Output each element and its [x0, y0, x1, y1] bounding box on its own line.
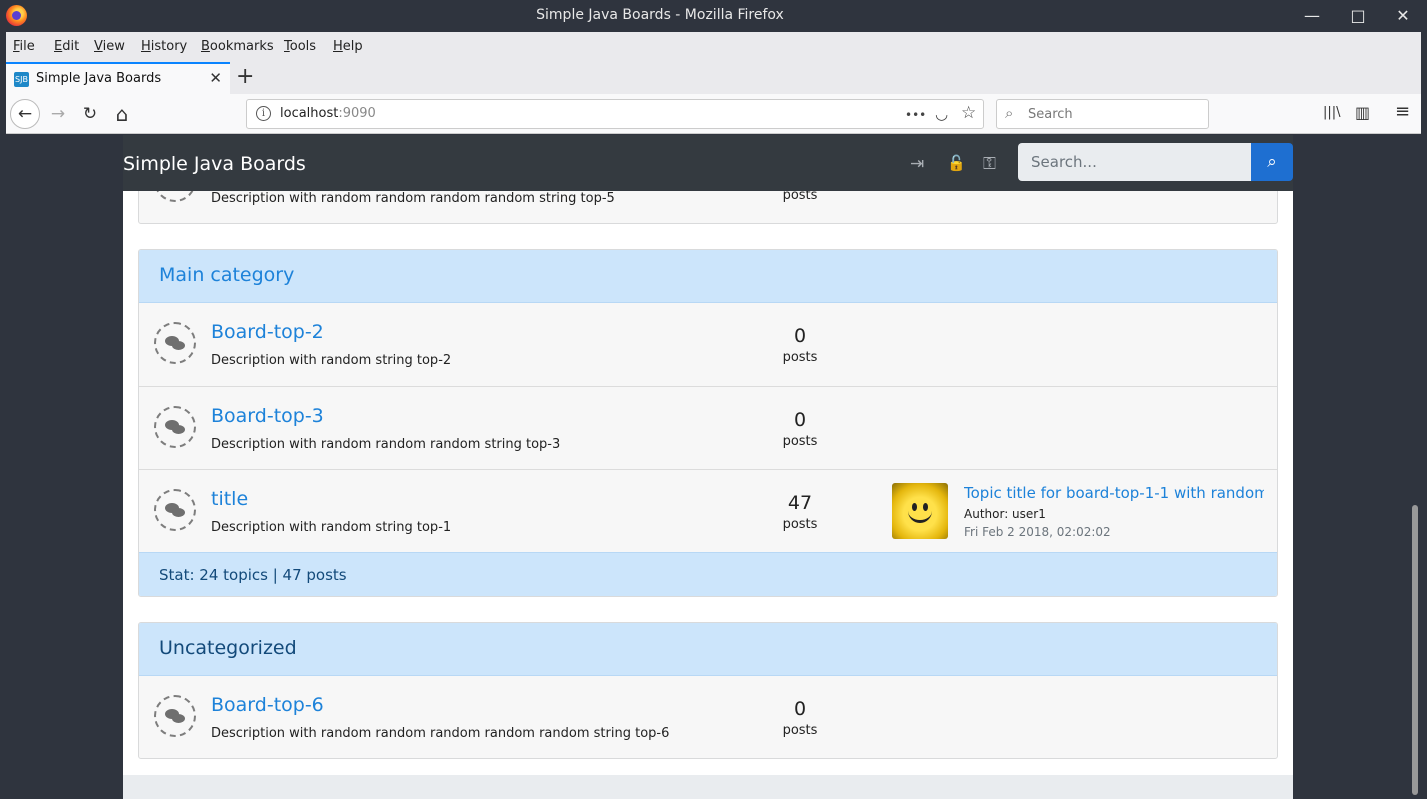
board-description: Description with random random random ra…: [211, 191, 615, 206]
tab-label: Simple Java Boards: [36, 71, 162, 86]
home-button[interactable]: ⌂: [108, 100, 136, 128]
login-icon[interactable]: ⇥: [910, 154, 924, 174]
last-topic-author: Author: user1: [964, 507, 1046, 521]
menu-tools[interactable]: Tools: [284, 39, 316, 54]
category-title[interactable]: Main category: [159, 264, 294, 286]
site-info-icon[interactable]: i: [256, 106, 271, 121]
page-viewport: Description with random random random ra…: [0, 135, 1427, 799]
category-card-main: Main category Board-top-2 Description wi…: [138, 249, 1278, 597]
forum-search-input[interactable]: Search...: [1018, 143, 1251, 181]
category-header: Uncategorized: [139, 623, 1277, 676]
board-description: Description with random string top-2: [211, 353, 452, 368]
menu-bookmarks[interactable]: Bookmarks: [201, 39, 274, 54]
posts-label: posts: [782, 350, 818, 365]
category-card-uncategorized: Uncategorized Board-top-6 Description wi…: [138, 622, 1278, 759]
url-text: localhost:9090: [280, 106, 376, 121]
forward-button[interactable]: →: [44, 100, 72, 128]
menu-help[interactable]: Help: [333, 39, 363, 54]
board-description: Description with random random random ra…: [211, 726, 670, 741]
category-title: Uncategorized: [159, 637, 297, 659]
menu-view[interactable]: View: [94, 39, 125, 54]
tab-strip: SJB Simple Java Boards ✕ +: [6, 62, 1421, 94]
posts-label: posts: [782, 723, 818, 738]
unlock-icon[interactable]: 🔓: [947, 154, 966, 172]
close-tab-icon[interactable]: ✕: [209, 69, 222, 87]
menu-edit[interactable]: Edit: [54, 39, 79, 54]
forum-search-placeholder: Search...: [1031, 153, 1097, 171]
sidebar-icon[interactable]: ▥: [1355, 103, 1370, 122]
author-avatar[interactable]: [892, 483, 948, 539]
url-port: :9090: [338, 106, 376, 121]
board-row: Board-top-2 Description with random stri…: [139, 303, 1277, 386]
page-footer: [123, 775, 1293, 799]
posts-label: posts: [782, 517, 818, 532]
favicon-icon: SJB: [14, 72, 29, 87]
url-bar[interactable]: i localhost:9090 ••• ◡ ☆: [246, 99, 984, 129]
bookmark-star-icon[interactable]: ☆: [961, 103, 976, 123]
page-scrollbar[interactable]: [1410, 135, 1420, 799]
search-icon: ⌕: [1005, 104, 1014, 122]
minimize-button[interactable]: —: [1302, 6, 1322, 26]
key-icon[interactable]: ⚿: [983, 154, 996, 174]
last-topic-date: Fri Feb 2 2018, 02:02:02: [964, 525, 1111, 539]
scrollbar-thumb[interactable]: [1412, 505, 1418, 795]
board-description: Description with random random random st…: [211, 437, 561, 452]
posts-label: posts: [782, 434, 818, 449]
forum-search-button[interactable]: ⌕: [1251, 143, 1293, 181]
board-row: Board-top-6 Description with random rand…: [139, 676, 1277, 758]
menu-file[interactable]: File: [13, 39, 35, 54]
category-stats: Stat: 24 topics | 47 posts: [139, 552, 1277, 596]
url-host: localhost: [280, 106, 339, 121]
brand-link[interactable]: Simple Java Boards: [123, 153, 306, 175]
post-count: 0: [793, 698, 807, 720]
pocket-icon[interactable]: ◡: [935, 105, 948, 123]
post-count: 47: [787, 492, 813, 514]
board-chat-icon: [154, 489, 196, 531]
search-placeholder: Search: [1028, 107, 1073, 122]
back-button[interactable]: ←: [10, 99, 40, 129]
page-actions-icon[interactable]: •••: [905, 108, 926, 122]
window-titlebar: Simple Java Boards - Mozilla Firefox — □…: [0, 0, 1427, 32]
board-row: Board-top-3 Description with random rand…: [139, 386, 1277, 469]
hamburger-menu-icon[interactable]: ≡: [1395, 101, 1410, 122]
window-title: Simple Java Boards - Mozilla Firefox: [536, 7, 784, 23]
browser-search-field[interactable]: ⌕ Search: [996, 99, 1209, 129]
board-description: Description with random string top-1: [211, 520, 452, 535]
app-navbar: Simple Java Boards ⇥ 🔓 ⚿ Search... ⌕: [123, 135, 1293, 191]
category-stat-text: Stat: 24 topics | 47 posts: [159, 566, 347, 584]
category-header: Main category: [139, 250, 1277, 303]
content-container: Description with random random random ra…: [123, 135, 1293, 799]
avatar-smile: [908, 511, 932, 523]
reload-button[interactable]: ↻: [76, 100, 104, 128]
close-window-button[interactable]: ✕: [1393, 6, 1413, 26]
menu-bar: File Edit View History Bookmarks Tools H…: [0, 32, 1427, 62]
avatar-eye: [923, 503, 928, 511]
maximize-button[interactable]: □: [1348, 6, 1368, 26]
board-title-link[interactable]: Board-top-6: [211, 694, 324, 716]
tab-simple-java-boards[interactable]: SJB Simple Java Boards ✕: [6, 62, 230, 94]
last-topic-link[interactable]: Topic title for board-top-1-1 with rando…: [964, 484, 1264, 502]
post-count: 0: [793, 409, 807, 431]
board-chat-icon: [154, 406, 196, 448]
board-title-link[interactable]: Board-top-3: [211, 405, 324, 427]
board-title-link[interactable]: title: [211, 488, 248, 510]
board-chat-icon: [154, 322, 196, 364]
post-count: 0: [793, 325, 807, 347]
board-title-link[interactable]: Board-top-2: [211, 321, 324, 343]
menu-history[interactable]: History: [141, 39, 187, 54]
navigation-toolbar: ← → ↻ ⌂ i localhost:9090 ••• ◡ ☆ ⌕ Searc…: [6, 94, 1421, 134]
new-tab-button[interactable]: +: [236, 64, 254, 89]
board-row: title Description with random string top…: [139, 469, 1277, 552]
library-icon[interactable]: |||\: [1323, 105, 1341, 120]
board-chat-icon: [154, 695, 196, 737]
avatar-eye: [912, 503, 917, 511]
